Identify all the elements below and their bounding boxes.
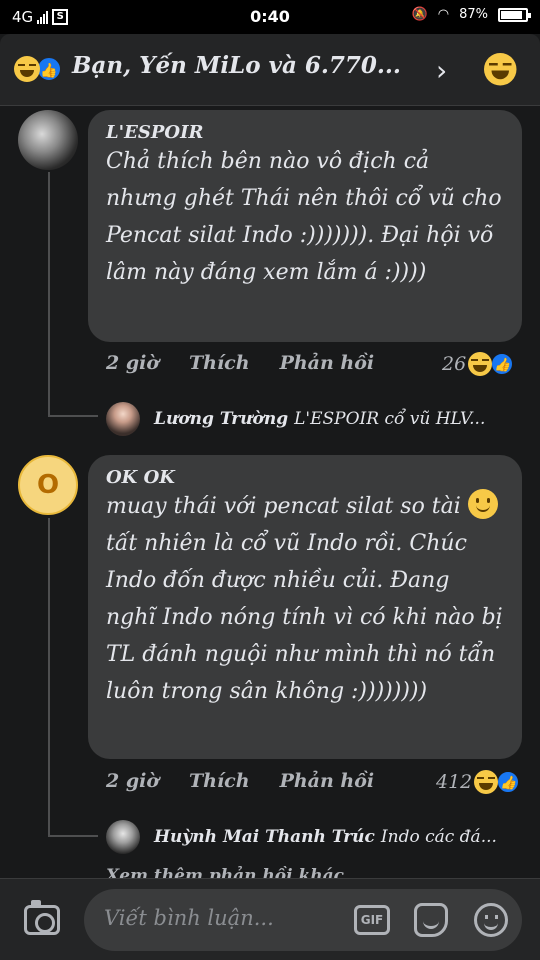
reply-button[interactable]: Phản hồi [280, 770, 375, 792]
haha-reaction-icon [474, 770, 499, 794]
reaction-count[interactable]: 412 👍 [436, 770, 521, 794]
avatar [106, 820, 140, 854]
like-reaction-icon: 👍 [490, 352, 515, 376]
comment-actions: 2 giờ Thích Phản hồi [106, 770, 404, 792]
thread-hook [48, 415, 98, 417]
comment-time: 2 giờ [106, 352, 160, 374]
comment-bubble[interactable]: OK OK muay thái với pencat silat so tài … [88, 455, 522, 759]
camera-icon[interactable] [24, 900, 60, 935]
like-reaction-icon: 👍 [496, 770, 521, 794]
comment-input[interactable]: Viết bình luận... GIF [84, 889, 522, 951]
reactors-summary[interactable]: Bạn, Yến MiLo và 6.770... [72, 52, 401, 79]
reply-snippet: Indo các đá... [380, 827, 497, 847]
avatar[interactable]: O [18, 455, 78, 515]
thread-line [48, 518, 50, 836]
wifi-icon: ◠ [437, 7, 450, 22]
battery-percent: 87% [459, 7, 488, 22]
thread-hook [48, 835, 98, 837]
sticker-icon[interactable] [414, 903, 448, 937]
comment-bubble[interactable]: L'ESPOIR Chả thích bên nào vô địch cả nh… [88, 110, 522, 342]
smiley-emoji-icon [467, 489, 498, 519]
reaction-count-value: 412 [436, 771, 473, 793]
comment-author[interactable]: L'ESPOIR [106, 122, 504, 143]
reaction-count[interactable]: 26 👍 [442, 352, 515, 376]
emoji-icon[interactable] [474, 903, 508, 937]
haha-reaction-icon [14, 56, 40, 82]
mute-icon: 🔕 [411, 7, 428, 22]
reply-button[interactable]: Phản hồi [280, 352, 375, 374]
comment-text: Chả thích bên nào vô địch cả nhưng ghét … [106, 149, 502, 285]
reaction-count-value: 26 [442, 353, 467, 375]
like-button[interactable]: Thích [189, 770, 250, 792]
reply-preview[interactable]: Huỳnh Mai Thanh Trúc Indo các đá... [106, 820, 526, 854]
thread-line [48, 172, 50, 416]
avatar [106, 402, 140, 436]
comment-time: 2 giờ [106, 770, 160, 792]
reactions-header[interactable]: 👍 Bạn, Yến MiLo và 6.770... › [0, 34, 540, 106]
reply-preview[interactable]: Lương Trường L'ESPOIR cổ vũ HLV... [106, 402, 526, 436]
reply-author: Huỳnh Mai Thanh Trúc [154, 827, 375, 847]
like-button[interactable]: Thích [189, 352, 250, 374]
haha-reaction-button[interactable] [484, 53, 517, 91]
battery-icon [498, 7, 531, 22]
haha-icon [484, 53, 517, 86]
comment-input-placeholder[interactable]: Viết bình luận... [104, 906, 274, 930]
reply-author: Lương Trường [154, 409, 289, 429]
avatar[interactable] [18, 110, 78, 170]
gif-icon[interactable]: GIF [354, 905, 390, 935]
comment-text-part: muay thái với pencat silat so tài [106, 494, 461, 519]
comment-actions: 2 giờ Thích Phản hồi [106, 352, 404, 374]
status-bar: 4G S 0:40 🔕 ◠ 87% [0, 0, 540, 34]
comment-text: muay thái với pencat silat so tài tất nh… [106, 488, 504, 710]
reply-snippet: L'ESPOIR cổ vũ HLV... [294, 409, 486, 429]
haha-reaction-icon [468, 352, 493, 376]
comment-author[interactable]: OK OK [106, 467, 504, 488]
chevron-right-icon[interactable]: › [436, 54, 447, 87]
comment-text-part: tất nhiên là cổ vũ Indo rồi. Chúc Indo đ… [106, 531, 503, 704]
reaction-icons: 👍 [14, 56, 62, 82]
comment-composer: Viết bình luận... GIF [0, 878, 540, 960]
